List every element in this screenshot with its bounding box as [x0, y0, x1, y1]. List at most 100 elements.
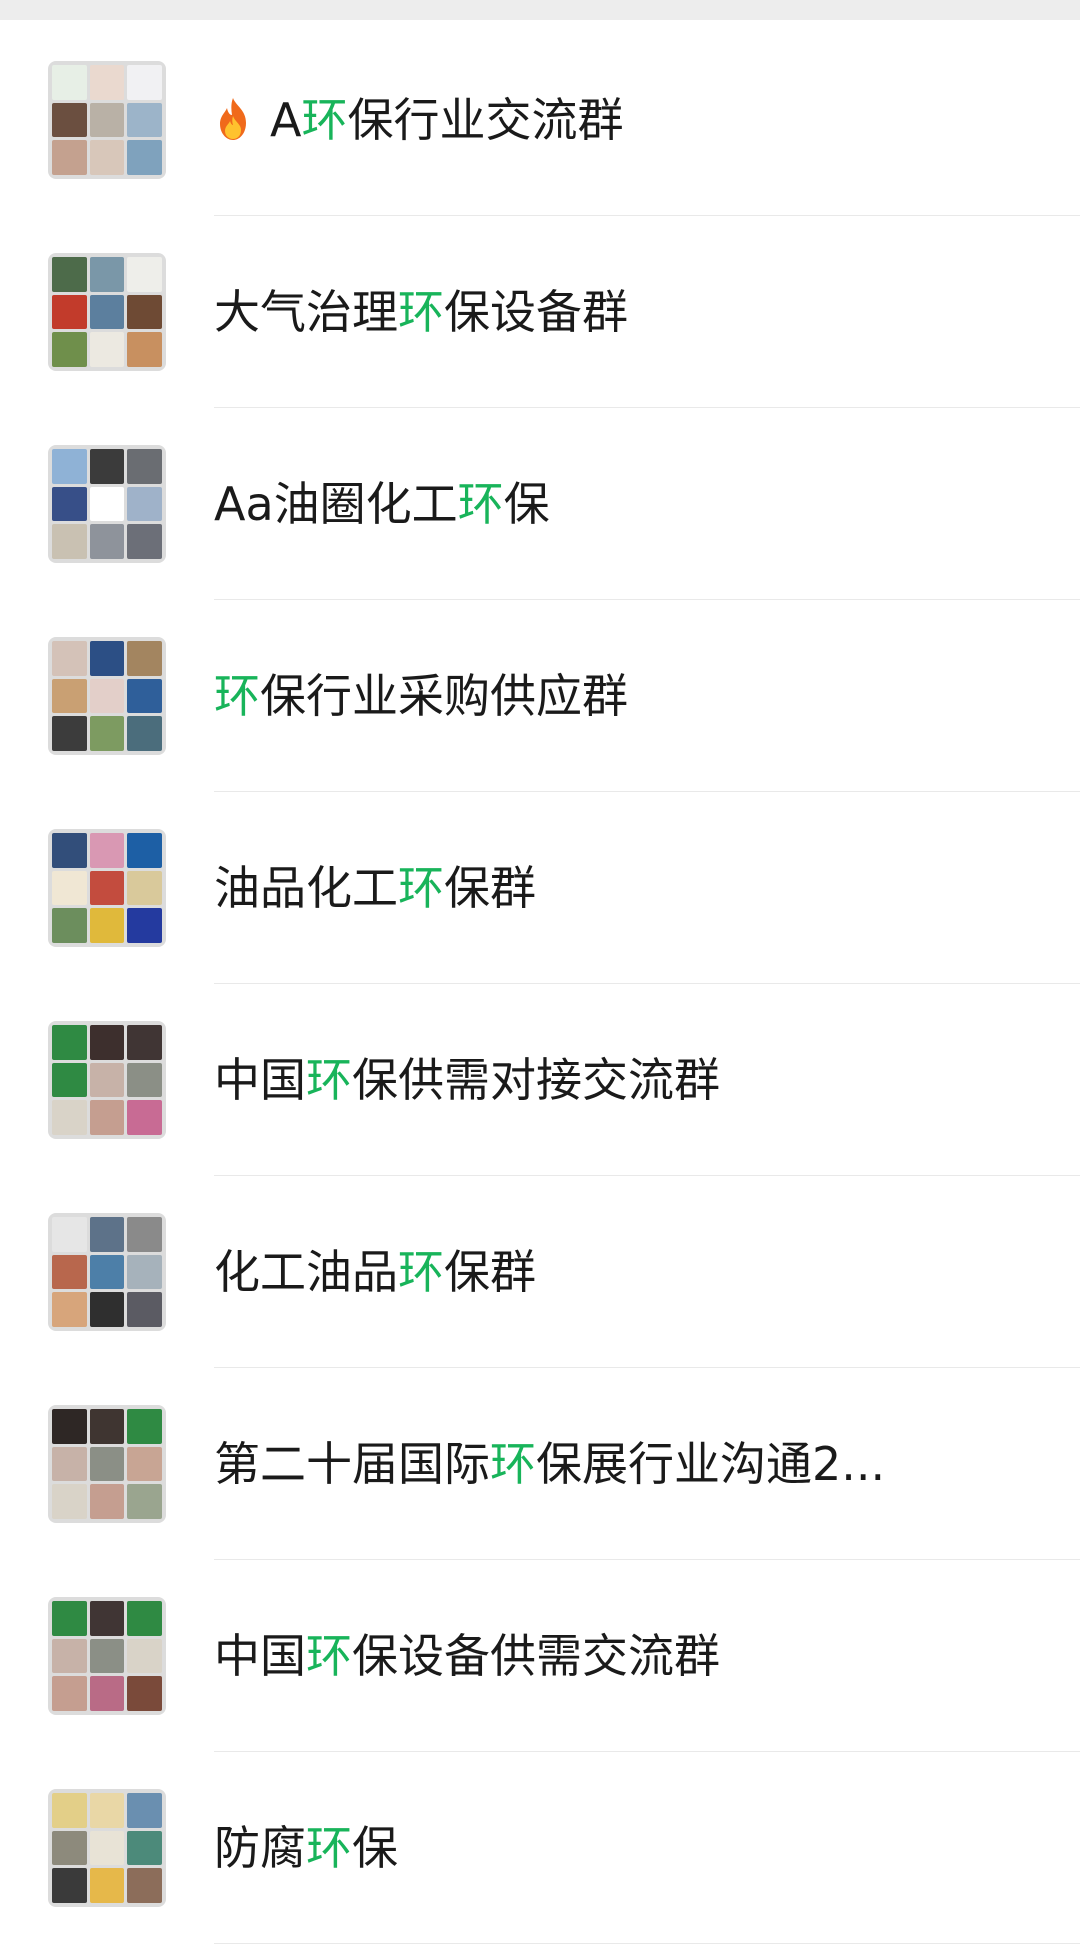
- list-item[interactable]: 中国环保设备供需交流群: [0, 1560, 1080, 1752]
- group-name-post: 保群: [444, 861, 536, 915]
- group-avatar: [48, 1405, 166, 1523]
- avatar-tile: [52, 1409, 87, 1444]
- group-name-pre: 大气治理: [214, 285, 398, 339]
- list-item[interactable]: 中国环保供需对接交流群: [0, 984, 1080, 1176]
- avatar-tile: [89, 524, 125, 559]
- avatar-tile: [52, 1025, 87, 1060]
- group-avatar: [48, 61, 166, 179]
- group-name-highlight: 环: [306, 1821, 352, 1875]
- avatar-tile: [127, 1638, 162, 1674]
- avatar-tile: [52, 1292, 87, 1327]
- group-name-pre: 中国: [214, 1053, 306, 1107]
- avatar-tile: [89, 833, 125, 868]
- avatar-tile: [127, 716, 162, 751]
- avatar-tile: [52, 140, 87, 175]
- avatar-tile: [89, 102, 125, 138]
- avatar-tile: [89, 140, 125, 175]
- avatar-tile: [89, 1601, 125, 1636]
- group-name-pre: 化工油品: [214, 1245, 398, 1299]
- group-name: 第二十届国际环保展行业沟通2...: [214, 1368, 885, 1560]
- avatar-tile: [127, 1676, 162, 1711]
- avatar-tile: [127, 1254, 162, 1290]
- avatar-tile: [127, 524, 162, 559]
- avatar-tile: [52, 65, 87, 100]
- avatar-tile: [89, 678, 125, 714]
- avatar-tile: [89, 65, 125, 100]
- avatar-tile: [52, 641, 87, 676]
- list-item[interactable]: 化工油品环保群: [0, 1176, 1080, 1368]
- avatar-tile: [89, 257, 125, 292]
- avatar-tile: [89, 1409, 125, 1444]
- list-item[interactable]: 大气治理环保设备群: [0, 216, 1080, 408]
- avatar-tile: [127, 1446, 162, 1482]
- list-item[interactable]: 第二十届国际环保展行业沟通2...: [0, 1368, 1080, 1560]
- avatar-tile: [89, 1025, 125, 1060]
- group-name-pre: Aa油圈化工: [214, 477, 458, 531]
- group-avatar: [48, 1789, 166, 1907]
- avatar-tile: [52, 908, 87, 943]
- group-name-pre: 防腐: [214, 1821, 306, 1875]
- avatar-tile: [52, 870, 87, 906]
- avatar-tile: [89, 641, 125, 676]
- avatar-tile: [127, 65, 162, 100]
- avatar-tile: [127, 449, 162, 484]
- group-name: 化工油品环保群: [214, 1176, 536, 1368]
- list-item[interactable]: 油品化工环保群: [0, 792, 1080, 984]
- group-name: 环保行业采购供应群: [214, 600, 628, 792]
- avatar-tile: [127, 102, 162, 138]
- avatar-tile: [127, 833, 162, 868]
- avatar-tile: [127, 1601, 162, 1636]
- avatar-tile: [89, 1638, 125, 1674]
- group-name-post: 保供需对接交流群: [352, 1053, 720, 1107]
- group-name-pre: 油品化工: [214, 861, 398, 915]
- group-avatar: [48, 1213, 166, 1331]
- group-name-pre: A: [270, 93, 302, 147]
- avatar-tile: [52, 833, 87, 868]
- avatar-tile: [89, 486, 125, 522]
- avatar-tile: [127, 1793, 162, 1828]
- avatar-tile: [52, 1601, 87, 1636]
- avatar-tile: [127, 1830, 162, 1866]
- avatar-tile: [89, 870, 125, 906]
- avatar-tile: [127, 1062, 162, 1098]
- list-item[interactable]: Aa油圈化工环保: [0, 408, 1080, 600]
- fire-icon: [214, 30, 252, 140]
- avatar-tile: [52, 102, 87, 138]
- avatar-tile: [52, 1484, 87, 1519]
- group-avatar: [48, 253, 166, 371]
- avatar-tile: [127, 870, 162, 906]
- group-name-highlight: 环: [457, 477, 504, 531]
- avatar-tile: [127, 1217, 162, 1252]
- group-name-post: 保展行业沟通2...: [536, 1437, 886, 1491]
- avatar-tile: [52, 1830, 87, 1866]
- avatar-tile: [127, 1484, 162, 1519]
- avatar-tile: [127, 257, 162, 292]
- avatar-tile: [89, 716, 125, 751]
- group-name-pre: 中国: [214, 1629, 306, 1683]
- avatar-tile: [89, 294, 125, 330]
- list-item[interactable]: A环保行业交流群: [0, 24, 1080, 216]
- group-name: 中国环保设备供需交流群: [214, 1560, 720, 1752]
- group-name: 大气治理环保设备群: [214, 216, 628, 408]
- avatar-tile: [52, 257, 87, 292]
- avatar-tile: [127, 1100, 162, 1135]
- group-name: 防腐环保: [214, 1752, 398, 1944]
- avatar-tile: [127, 294, 162, 330]
- group-avatar: [48, 1021, 166, 1139]
- avatar-tile: [127, 140, 162, 175]
- list-item[interactable]: 防腐环保: [0, 1752, 1080, 1944]
- avatar-tile: [127, 908, 162, 943]
- group-name-highlight: 环: [490, 1437, 536, 1491]
- list-item[interactable]: 环保行业采购供应群: [0, 600, 1080, 792]
- avatar-tile: [89, 1793, 125, 1828]
- avatar-tile: [127, 1292, 162, 1327]
- group-name-highlight: 环: [306, 1629, 352, 1683]
- avatar-tile: [127, 1409, 162, 1444]
- avatar-tile: [52, 1676, 87, 1711]
- avatar-tile: [89, 1217, 125, 1252]
- avatar-tile: [89, 449, 125, 484]
- group-avatar: [48, 1597, 166, 1715]
- group-name: Aa油圈化工环保: [214, 408, 550, 600]
- group-name-highlight: 环: [398, 861, 444, 915]
- avatar-tile: [52, 678, 87, 714]
